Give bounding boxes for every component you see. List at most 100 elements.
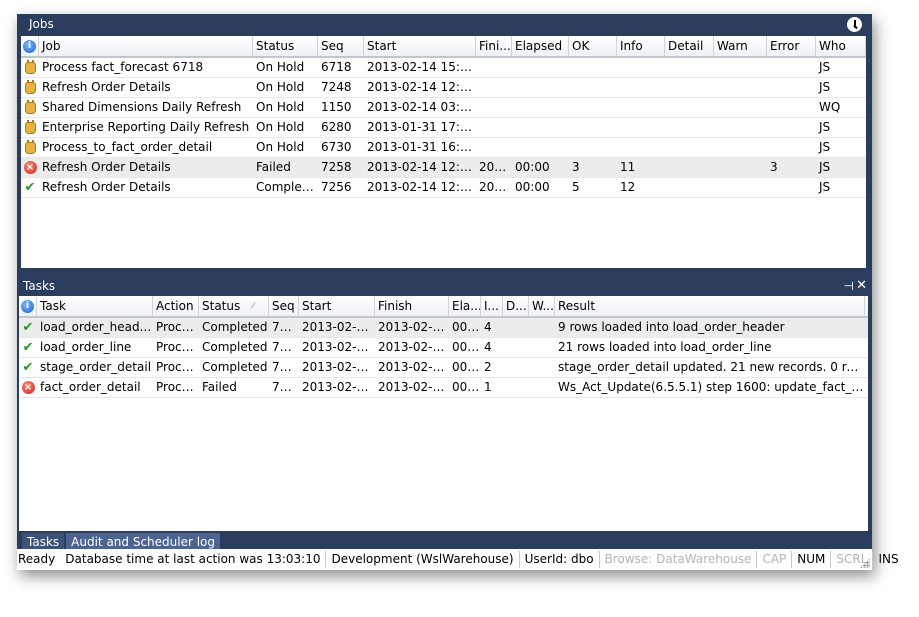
jobs-header-col[interactable]: Job [39,36,253,56]
on-hold-hand-icon [24,119,36,134]
cell-who: WQ [819,100,841,114]
cell-start: 2013-02-14 ... [302,360,375,374]
cell-d [503,358,529,377]
cell-elapsed: 00:... [452,360,481,374]
job-row[interactable]: Shared Dimensions Daily Refresh On Hold 11… [21,98,866,118]
tasks-header-col[interactable]: D... [503,296,529,316]
tasks-header-col[interactable]: Start [299,296,375,316]
cell-warn [714,98,767,117]
cell-seq: 6280 [321,120,352,134]
cell-seq: 6730 [321,140,352,154]
cell-info [617,98,665,117]
cell-info [617,58,665,77]
jobs-header-col[interactable]: Detail [665,36,714,56]
jobs-title-text: Jobs [29,17,54,31]
tasks-header-col[interactable]: Ela... [449,296,481,316]
cell-error [767,98,816,117]
tasks-header-col[interactable]: Seq [269,296,299,316]
cell-ok [569,78,617,97]
cell-task: stage_order_detail [40,360,152,374]
cell-elapsed: 00:... [452,380,481,394]
cell-job: Process_to_fact_order_detail [42,140,213,154]
jobs-header-col[interactable]: Elapsed [512,36,569,56]
cell-elapsed: 00:... [452,340,481,354]
cell-action: Process [156,340,199,354]
cell-finish [476,58,512,77]
cell-result: Ws_Act_Update(6.5.5.1) step 1600: update… [558,380,865,394]
cell-status: Completed [256,180,318,194]
cell-finish: 201... [479,160,512,174]
cell-status: On Hold [256,60,305,74]
cell-finish: 2013-02-14 ... [378,320,449,334]
cell-action: Process [156,360,199,374]
cell-info [617,118,665,137]
cell-seq: 7258 [272,340,299,354]
cell-warn [714,78,767,97]
task-row[interactable]: ✔load_order_lineProcessCompleted72582013… [19,338,868,358]
cell-w [529,338,555,357]
status-icon-cell [21,78,39,97]
cell-elapsed [512,118,569,137]
jobs-body: Process fact_forecast 6718 On Hold 6718 201… [21,58,866,198]
status-db-time: Database time at last action was 13:03:1… [60,551,327,568]
job-row[interactable]: × Refresh Order Details Failed 7258 2013-02-… [21,158,866,178]
cell-w [529,358,555,377]
tasks-body: ✔load_order_head...ProcessCompleted72582… [19,318,868,398]
jobs-header-info[interactable]: i [21,36,39,56]
tasks-header-col[interactable]: Finish [375,296,449,316]
cell-warn [714,178,767,197]
job-row[interactable]: Process_to_fact_order_detail On Hold 6730 2… [21,138,866,158]
cell-detail [665,98,714,117]
jobs-grid: i Job Status Seq Start Fini... Elapsed OK Info De… [21,36,866,268]
cell-error [767,118,816,137]
jobs-header-col[interactable]: Who [816,36,866,56]
tasks-header-col[interactable]: Status ⁄ [199,296,269,316]
cell-result: 9 rows loaded into load_order_header [558,320,785,334]
tasks-header-col[interactable]: I... [481,296,503,316]
task-row[interactable]: ✔stage_order_detailProcessCompleted72582… [19,358,868,378]
status-user: UserId: dbo [520,551,600,568]
cell-job: Refresh Order Details [42,160,171,174]
jobs-header-col[interactable]: Start [364,36,476,56]
jobs-header-col[interactable]: OK [569,36,617,56]
tasks-grid: i Task Action Status ⁄ Seq Start Finish Ela... I.… [19,296,868,531]
status-icon-cell [21,118,39,137]
job-row[interactable]: ✔ Refresh Order Details Completed 7256 2013-… [21,178,866,198]
cell-task: load_order_head... [40,320,152,334]
cell-finish [476,78,512,97]
cell-finish: 2013-02-14 ... [378,340,449,354]
cell-seq: 1150 [321,100,352,114]
on-hold-hand-icon [24,99,36,114]
jobs-header-col[interactable]: Status [253,36,318,56]
jobs-header-col[interactable]: Info [617,36,665,56]
job-row[interactable]: Enterprise Reporting Daily Refresh On Hol… [21,118,866,138]
clock-icon[interactable] [847,17,862,32]
cell-seq: 7258 [321,160,352,174]
cell-job: Shared Dimensions Daily Refresh [42,100,242,114]
completed-check-icon: ✔ [22,339,34,355]
cell-d [503,318,529,337]
cell-result: 21 rows loaded into load_order_line [558,340,772,354]
cell-elapsed [512,58,569,77]
jobs-header-col[interactable]: Seq [318,36,364,56]
jobs-header-col[interactable]: Warn [714,36,767,56]
cell-elapsed [512,78,569,97]
task-row[interactable]: ✔load_order_head...ProcessCompleted72582… [19,318,868,338]
cell-i: 4 [484,320,492,334]
tasks-header-col[interactable]: Task [37,296,153,316]
jobs-header-col[interactable]: Error [767,36,816,56]
jobs-header-col[interactable]: Fini... [476,36,512,56]
pin-icon[interactable]: ⊣ [844,277,854,295]
tasks-header-col[interactable]: Action [153,296,199,316]
close-icon[interactable]: ✕ [856,277,867,295]
cell-who: JS [819,80,831,94]
tasks-header-col[interactable]: W... [529,296,555,316]
tasks-header-col[interactable]: Result [555,296,865,316]
cell-task: load_order_line [40,340,132,354]
job-row[interactable]: Refresh Order Details On Hold 7248 2013-02-… [21,78,866,98]
tasks-header-info[interactable]: i [19,296,37,316]
cell-finish [476,98,512,117]
job-row[interactable]: Process fact_forecast 6718 On Hold 6718 201… [21,58,866,78]
task-row[interactable]: ×fact_order_detailProcessFailed72582013-… [19,378,868,398]
cell-finish: 2013-02-14 ... [378,380,449,394]
